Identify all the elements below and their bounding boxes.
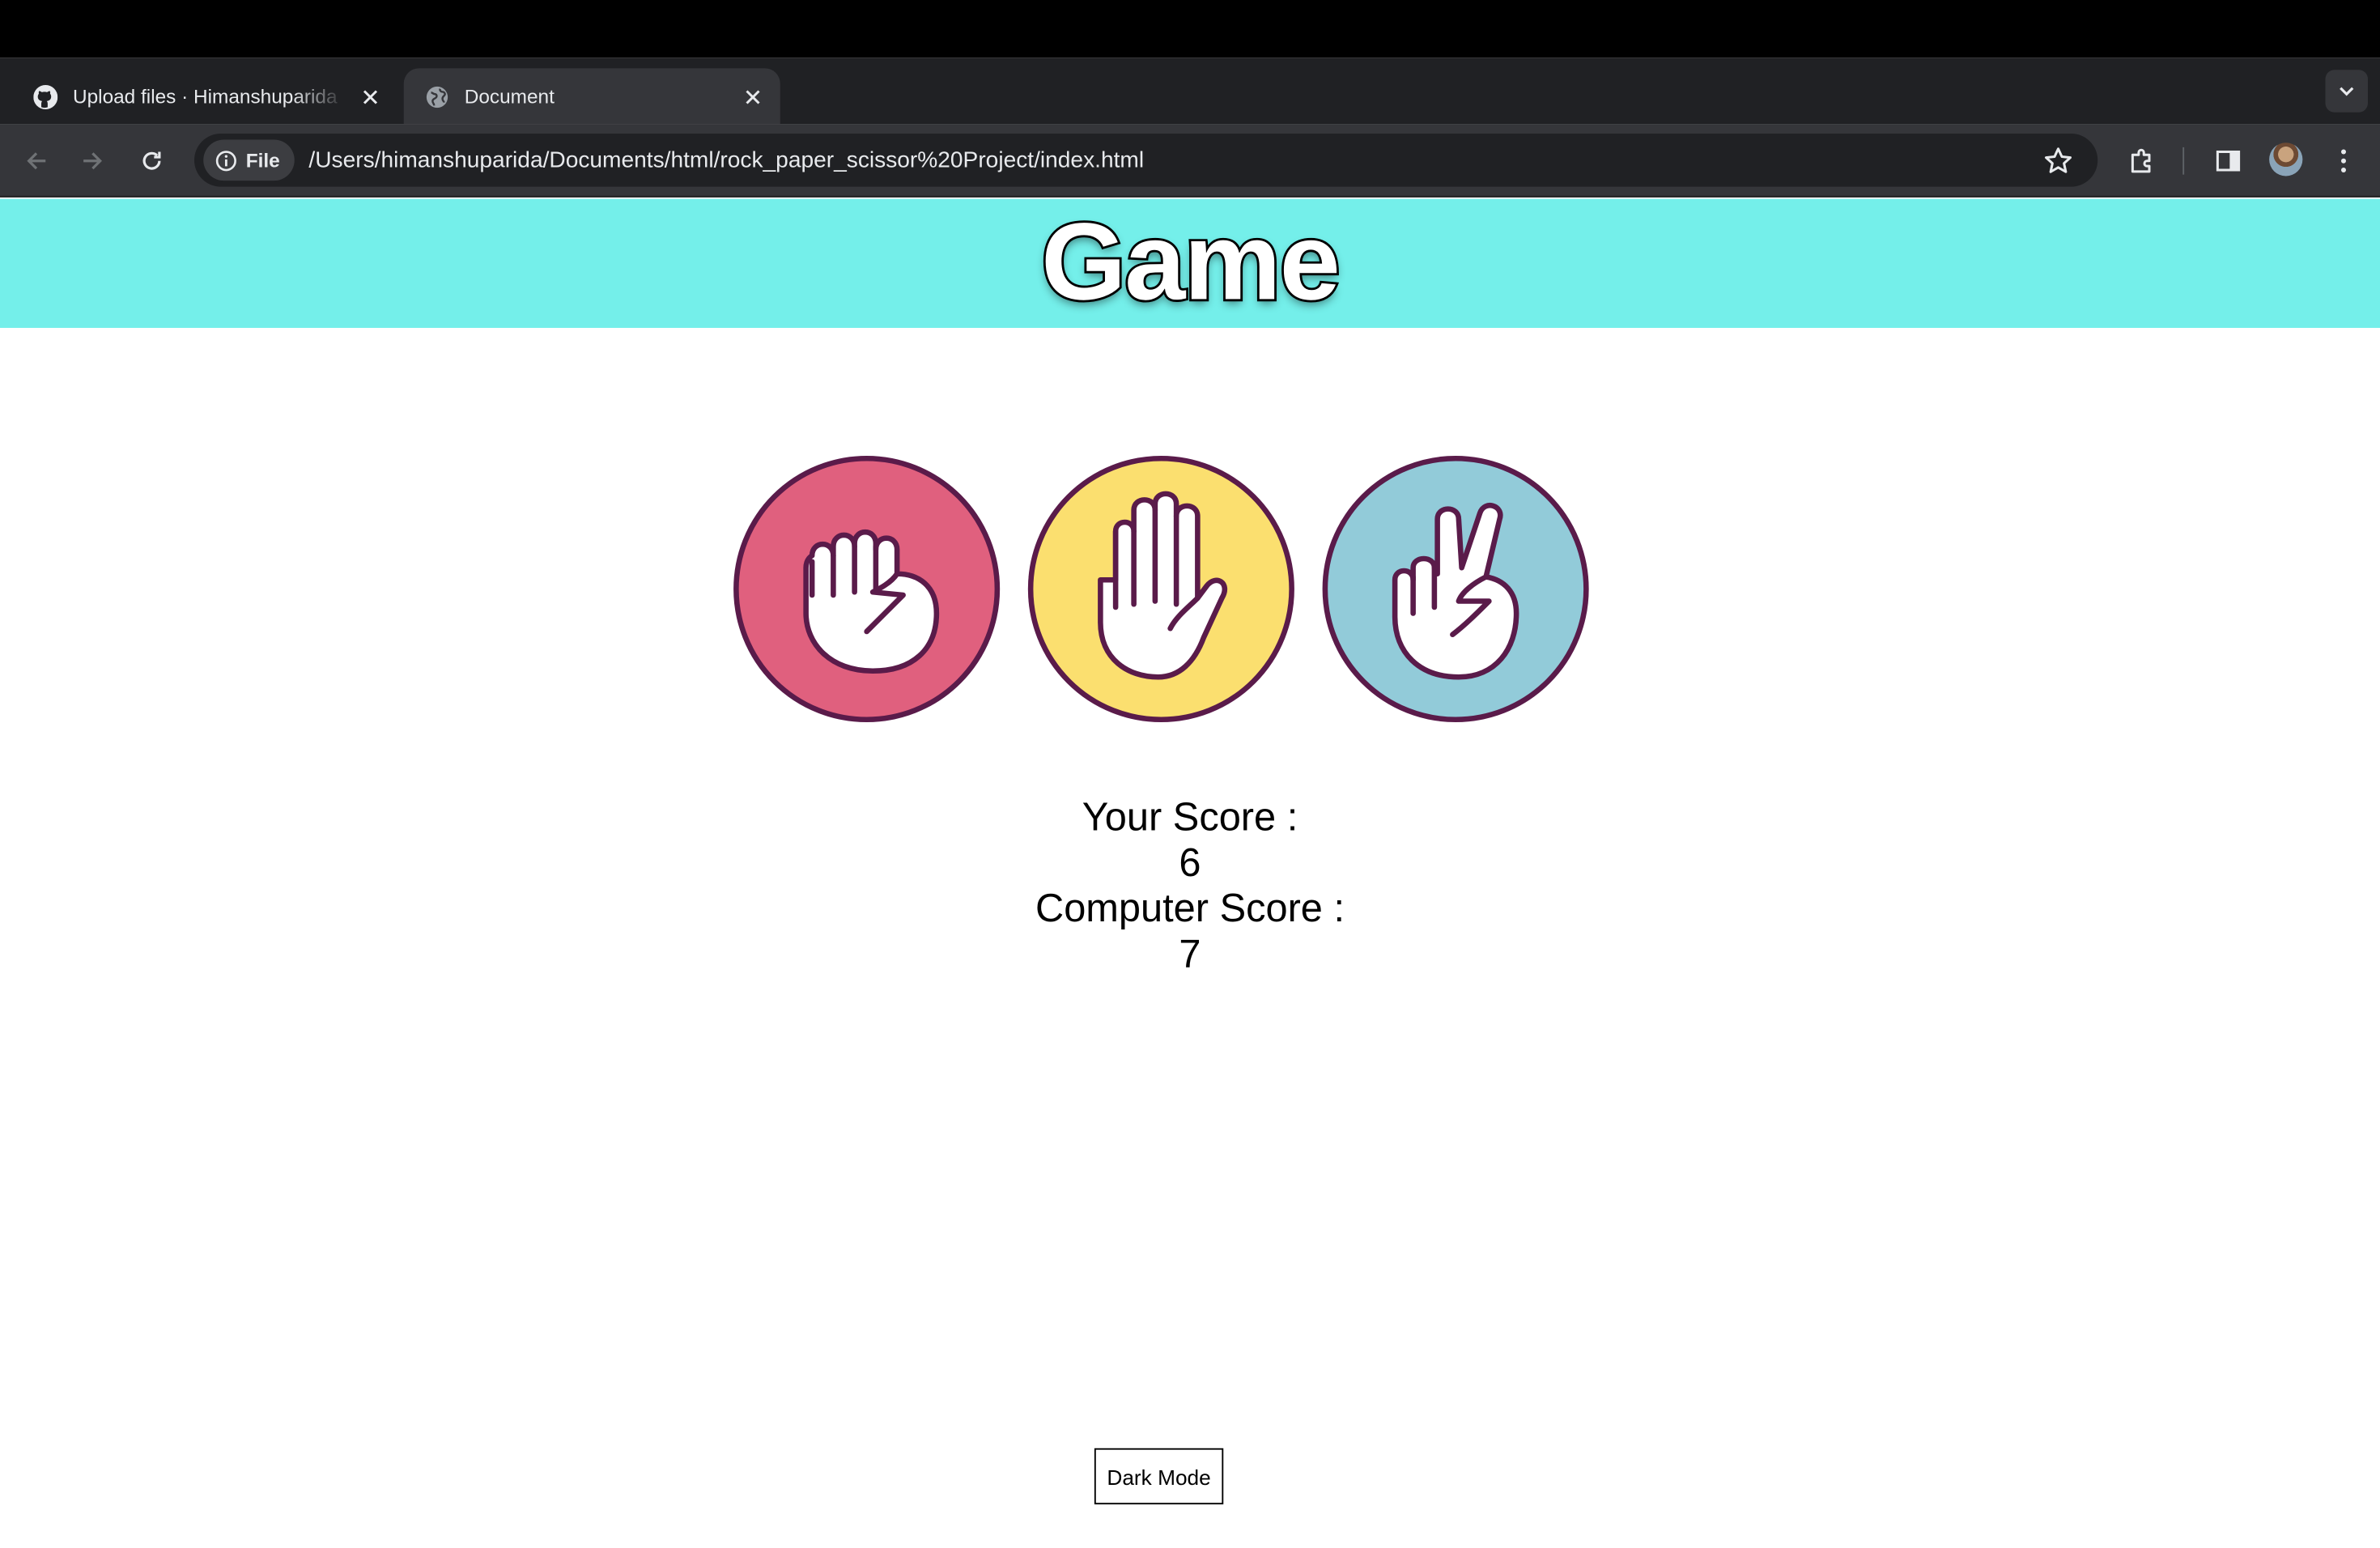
page-title: Game <box>1039 200 1342 326</box>
tab-upload-files[interactable]: Upload files · Himanshuparida <box>12 68 397 124</box>
toolbar-divider <box>2182 147 2185 175</box>
scissors-hand-icon <box>1322 455 1589 723</box>
tab-document[interactable]: Document <box>403 68 780 125</box>
github-icon <box>33 84 58 109</box>
computer-score-value: 7 <box>1179 930 1201 976</box>
your-score-label: Your Score : <box>1082 793 1298 840</box>
browser-toolbar: File /Users/himanshuparida/Documents/htm… <box>0 124 2380 198</box>
score-panel: Your Score : 6 Computer Score : 7 <box>0 794 2380 976</box>
star-icon[interactable] <box>2043 146 2074 176</box>
address-bar[interactable]: File /Users/himanshuparida/Documents/htm… <box>194 134 2098 187</box>
site-info-chip[interactable]: File <box>203 139 295 181</box>
tab-title: Document <box>464 85 555 108</box>
dark-mode-button[interactable]: Dark Mode <box>1094 1448 1224 1505</box>
computer-score-label: Computer Score : <box>1035 885 1345 931</box>
rock-choice[interactable] <box>733 455 1001 723</box>
side-panel-icon[interactable] <box>2210 142 2246 179</box>
paper-choice[interactable] <box>1027 455 1294 723</box>
close-icon[interactable] <box>741 84 765 108</box>
page-header: Game <box>0 198 2380 328</box>
extensions-puzzle-icon[interactable] <box>2123 142 2160 179</box>
tab-title: Upload files · Himanshuparida <box>73 85 338 108</box>
info-icon <box>215 150 236 171</box>
site-chip-label: File <box>245 148 280 172</box>
os-menu-bar <box>0 0 2380 58</box>
reload-icon[interactable] <box>134 142 170 179</box>
page-content: Game Your Score: 6 Computer Score: 7 D… <box>0 198 2380 1548</box>
close-icon[interactable] <box>359 84 383 108</box>
globe-icon <box>425 84 449 108</box>
profile-avatar[interactable] <box>2269 142 2303 176</box>
screen: Upload files · Himanshuparida Document F… <box>0 0 2380 1548</box>
more-vert-icon[interactable] <box>2326 142 2362 179</box>
paper-hand-icon <box>1027 455 1294 723</box>
forward-arrow-icon[interactable] <box>74 142 111 179</box>
rock-hand-icon <box>733 455 1001 723</box>
scissors-choice[interactable] <box>1322 455 1589 723</box>
back-arrow-icon[interactable] <box>19 142 55 179</box>
choices-row <box>733 455 1590 723</box>
url-text[interactable]: /Users/himanshuparida/Documents/html/roc… <box>308 147 1144 173</box>
tab-strip: Upload files · Himanshuparida Document <box>0 57 2380 158</box>
your-score-value: 6 <box>1179 839 1201 886</box>
chevron-down-icon[interactable] <box>2325 70 2368 113</box>
